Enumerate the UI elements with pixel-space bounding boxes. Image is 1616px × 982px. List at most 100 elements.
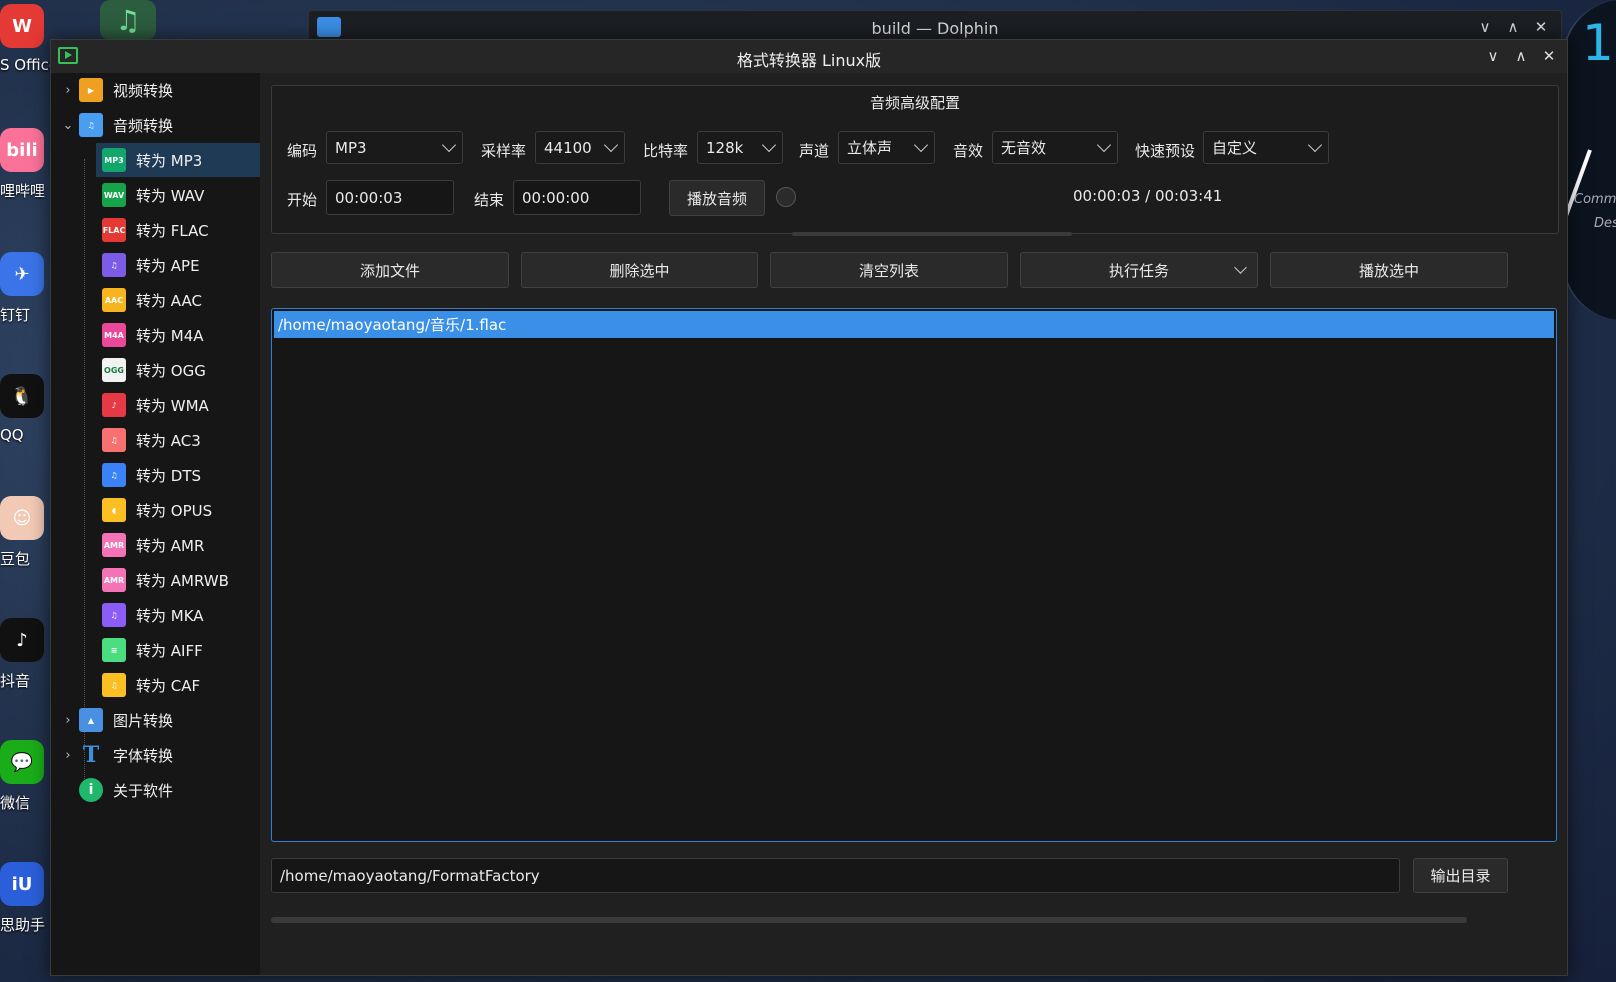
seek-slider[interactable] [792, 232, 1072, 236]
chevron-down-icon[interactable] [1234, 261, 1247, 274]
minimize-icon[interactable]: ∨ [1475, 17, 1495, 37]
wps-icon[interactable]: W [0, 4, 44, 48]
desktop-icon[interactable]: iU 思助手 [0, 862, 50, 962]
close-icon[interactable]: ✕ [1531, 17, 1551, 37]
bilibili-icon[interactable]: bili [0, 128, 44, 172]
codec-select[interactable]: MP3 [326, 131, 463, 164]
audio-file-icon: OGG [102, 358, 126, 382]
add-file-button[interactable]: 添加文件 [271, 252, 509, 288]
tree-label: 视频转换 [113, 81, 174, 100]
samplerate-value: 44100 [544, 138, 592, 157]
close-icon[interactable]: ✕ [1539, 46, 1559, 66]
tree-audio-format-item[interactable]: ♪ 转为 WMA [96, 388, 260, 422]
desktop-icon-label: 微信 [0, 794, 31, 812]
audio-file-icon: ♫ [102, 673, 126, 697]
start-time-input[interactable]: 00:00:03 [326, 180, 454, 215]
preset-label: 快速预设 [1135, 142, 1196, 160]
tree-label: 转为 AAC [136, 291, 202, 310]
samplerate-label: 采样率 [481, 142, 527, 160]
tree-audio-format-item[interactable]: WAV 转为 WAV [96, 178, 260, 212]
desktop-icon-label: 抖音 [0, 672, 31, 690]
tree-audio-format-item[interactable]: ≡ 转为 AIFF [96, 633, 260, 667]
bitrate-select[interactable]: 128k [697, 131, 783, 164]
audio-file-icon: ♪ [102, 393, 126, 417]
end-label: 结束 [474, 191, 505, 209]
desktop-icon[interactable]: bili 哩哔哩 [0, 128, 50, 228]
format-converter-window: 格式转换器 Linux版 ∨ ∧ ✕ › ▶ 视频转换 ⌄ ♫ 音频转换 MP3… [50, 39, 1568, 976]
tree-audio-convert[interactable]: ⌄ ♫ 音频转换 [61, 108, 256, 142]
samplerate-select[interactable]: 44100 [535, 131, 625, 164]
tree-audio-format-item[interactable]: MP3 转为 MP3 [96, 143, 260, 177]
maximize-icon[interactable]: ∧ [1511, 46, 1531, 66]
tree-label: 转为 AMR [136, 536, 205, 555]
tree-guide-line [84, 159, 86, 793]
desktop-icon[interactable]: WS Office [0, 4, 58, 104]
clock-widget: 12 Commu Desig [1536, 0, 1616, 320]
tree-video-convert[interactable]: › ▶ 视频转换 [61, 73, 256, 107]
tree-audio-format-item[interactable]: ♫ 转为 APE [96, 248, 260, 282]
tree-audio-format-item[interactable]: FLAC 转为 FLAC [96, 213, 260, 247]
audio-file-icon: MP3 [102, 148, 126, 172]
tree-label: 转为 AMRWB [136, 571, 229, 590]
qq-icon[interactable]: 🐧 [0, 374, 44, 418]
wechat-icon[interactable]: 💬 [0, 740, 44, 784]
desktop-icon-label: 豆包 [0, 550, 31, 568]
file-list-item[interactable]: /home/maoyaotang/音乐/1.flac [274, 311, 1554, 338]
file-list[interactable]: /home/maoyaotang/音乐/1.flac [271, 308, 1557, 842]
expand-arrow-icon[interactable]: › [61, 83, 75, 98]
audio-file-icon: ♫ [102, 428, 126, 452]
collapse-arrow-icon[interactable]: ⌄ [61, 118, 75, 133]
music-app-icon[interactable]: ♫ [100, 0, 156, 40]
desktop-icon[interactable]: ✈ 钉钉 [0, 252, 50, 352]
channel-select[interactable]: 立体声 [838, 131, 935, 164]
seek-slider-handle[interactable] [776, 187, 796, 207]
audio-file-icon: FLAC [102, 218, 126, 242]
tree-audio-format-item[interactable]: ♫ 转为 MKA [96, 598, 260, 632]
tree-label: 转为 WAV [136, 186, 205, 205]
clear-list-button[interactable]: 清空列表 [770, 252, 1008, 288]
progress-bar [271, 917, 1467, 923]
end-time-input[interactable]: 00:00:00 [513, 180, 641, 215]
desktop-icon[interactable]: ♪ 抖音 [0, 618, 50, 718]
delete-selected-button[interactable]: 删除选中 [521, 252, 758, 288]
tree-audio-format-item[interactable]: ♫ 转为 CAF [96, 668, 260, 702]
expand-arrow-icon[interactable]: › [61, 713, 75, 728]
tree-audio-format-item[interactable]: ♫ 转为 AC3 [96, 423, 260, 457]
audio-file-icon: ♫ [102, 603, 126, 627]
tree-audio-format-item[interactable]: AAC 转为 AAC [96, 283, 260, 317]
dingtalk-icon[interactable]: ✈ [0, 252, 44, 296]
play-selected-button[interactable]: 播放选中 [1270, 252, 1508, 288]
desktop-icon-label: 钉钉 [0, 306, 31, 324]
tree-font-convert[interactable]: › T 字体转换 [61, 738, 256, 772]
play-audio-button[interactable]: 播放音频 [669, 180, 765, 216]
expand-arrow-icon[interactable]: › [61, 748, 75, 763]
tree-audio-format-item[interactable]: M4A 转为 M4A [96, 318, 260, 352]
tree-audio-format-item[interactable]: AMR 转为 AMR [96, 528, 260, 562]
desktop-icon-label: 思助手 [0, 916, 46, 934]
preset-select[interactable]: 自定义 [1203, 131, 1329, 164]
output-path-input[interactable]: /home/maoyaotang/FormatFactory [271, 858, 1400, 893]
time-display: 00:00:03 / 00:03:41 [1073, 187, 1223, 205]
channel-label: 声道 [799, 142, 830, 160]
tree-audio-format-item[interactable]: AMR 转为 AMRWB [96, 563, 260, 597]
maximize-icon[interactable]: ∧ [1503, 17, 1523, 37]
desktop-icon[interactable]: ☺ 豆包 [0, 496, 50, 596]
i4-assistant-icon[interactable]: iU [0, 862, 44, 906]
effect-label: 音效 [953, 142, 984, 160]
output-directory-button[interactable]: 输出目录 [1413, 858, 1508, 893]
tree-audio-format-item[interactable]: OGG 转为 OGG [96, 353, 260, 387]
doubao-icon[interactable]: ☺ [0, 496, 44, 540]
tree-about[interactable]: i 关于软件 [61, 773, 256, 807]
tree-audio-format-item[interactable]: ♫ 转为 DTS [96, 458, 260, 492]
window-titlebar[interactable]: 格式转换器 Linux版 ∨ ∧ ✕ [51, 40, 1567, 73]
tree-image-convert[interactable]: › ▲ 图片转换 [61, 703, 256, 737]
tree-label: 转为 DTS [136, 466, 202, 485]
minimize-icon[interactable]: ∨ [1483, 46, 1503, 66]
desktop-icon[interactable]: 🐧 QQ [0, 374, 50, 474]
tree-label: 字体转换 [113, 746, 174, 765]
desktop-icon[interactable]: 💬 微信 [0, 740, 50, 840]
douyin-icon[interactable]: ♪ [0, 618, 44, 662]
tree-audio-format-item[interactable]: ◖ 转为 OPUS [96, 493, 260, 527]
execute-task-button[interactable]: 执行任务 [1020, 252, 1258, 288]
effect-select[interactable]: 无音效 [992, 131, 1118, 164]
